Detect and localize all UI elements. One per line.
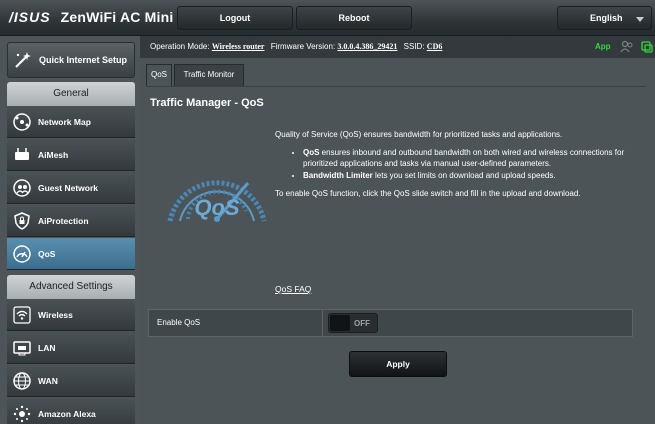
enable-qos-toggle[interactable]: OFF <box>328 313 378 333</box>
op-mode-label: Operation Mode: <box>150 42 210 51</box>
status-text: Operation Mode: Wireless router Firmware… <box>150 42 442 51</box>
language-select[interactable]: English <box>557 6 652 30</box>
ssid-label: SSID: <box>403 42 425 51</box>
sidebar-item-label: Network Map <box>38 117 91 127</box>
gauge-label: QoS <box>194 195 240 220</box>
sidebar-item-amazon-alexa[interactable]: Amazon Alexa <box>7 398 135 424</box>
logout-button[interactable]: Logout <box>177 6 293 30</box>
tab-traffic-monitor[interactable]: Traffic Monitor <box>174 64 244 86</box>
sidebar: Quick Internet Setup General Network Map… <box>0 36 140 424</box>
intro-text: Quality of Service (QoS) ensures bandwid… <box>275 130 563 139</box>
users-icon[interactable] <box>620 40 634 54</box>
enable-hint-text: To enable QoS function, click the QoS sl… <box>275 189 581 198</box>
lan-icon <box>13 341 31 356</box>
sidebar-item-network-map[interactable]: Network Map <box>7 106 135 138</box>
qos-gauge-icon <box>13 245 31 263</box>
qos-description: Quality of Service (QoS) ensures bandwid… <box>275 129 635 206</box>
sidebar-item-label: AiProtection <box>38 216 89 226</box>
bullet-bold: QoS <box>303 148 320 157</box>
quick-setup-label: Quick Internet Setup <box>39 55 128 65</box>
bullet-text: ensures inbound and outbound bandwidth o… <box>303 148 625 168</box>
sidebar-item-wireless[interactable]: Wireless <box>7 299 135 331</box>
firmware-label: Firmware Version: <box>270 42 336 51</box>
sidebar-item-aimesh[interactable]: AiMesh <box>7 139 135 171</box>
divider <box>322 310 323 336</box>
ssid-link[interactable]: CD6 <box>427 42 443 51</box>
bullet-bold: Bandwidth Limiter <box>303 171 373 180</box>
list-item: QoS ensures inbound and outbound bandwid… <box>303 147 635 169</box>
firmware-link[interactable]: 3.0.0.4.386_29421 <box>337 42 397 51</box>
brand-logo: /ISUS ZenWiFi AC Mini <box>9 9 173 25</box>
advanced-settings-heading: Advanced Settings <box>7 275 135 299</box>
feature-list: QoS ensures inbound and outbound bandwid… <box>303 147 635 181</box>
app-link[interactable]: App <box>595 42 611 51</box>
toggle-state: OFF <box>354 319 370 328</box>
tab-qos[interactable]: QoS <box>146 64 172 86</box>
enable-qos-row: Enable QoS OFF <box>148 309 633 337</box>
qos-panel: Traffic Manager - QoS QoS Quality of Ser… <box>146 86 646 424</box>
top-bar: /ISUS ZenWiFi AC Mini Logout Reboot Engl… <box>0 0 655 36</box>
network-map-icon <box>13 113 31 131</box>
sidebar-item-label: Guest Network <box>38 183 98 193</box>
quick-internet-setup-button[interactable]: Quick Internet Setup <box>7 42 135 78</box>
sidebar-item-lan[interactable]: LAN <box>7 332 135 364</box>
language-value: English <box>590 13 623 23</box>
apply-button[interactable]: Apply <box>349 351 447 377</box>
globe-icon <box>13 372 31 390</box>
sidebar-item-label: AiMesh <box>38 150 69 160</box>
guest-network-icon <box>13 179 31 197</box>
status-bar: Operation Mode: Wireless router Firmware… <box>140 36 655 58</box>
sidebar-item-label: QoS <box>38 249 56 259</box>
product-name: ZenWiFi AC Mini <box>60 9 174 25</box>
asus-logo: /ISUS <box>9 9 51 25</box>
main-content: Operation Mode: Wireless router Firmware… <box>140 36 655 424</box>
alexa-icon <box>13 405 31 423</box>
chevron-down-icon <box>636 17 644 22</box>
sidebar-item-aiprotection[interactable]: AiProtection <box>7 205 135 237</box>
op-mode-link[interactable]: Wireless router <box>212 42 265 51</box>
qos-faq-link[interactable]: QoS FAQ <box>275 284 311 294</box>
bullet-text: lets you set limits on download and uplo… <box>372 171 556 180</box>
reboot-button[interactable]: Reboot <box>296 6 412 30</box>
usb-icon[interactable] <box>640 40 654 54</box>
enable-qos-label: Enable QoS <box>157 318 201 327</box>
toggle-knob <box>330 315 350 331</box>
sidebar-item-label: Amazon Alexa <box>38 409 96 419</box>
page-title: Traffic Manager - QoS <box>150 97 264 109</box>
qos-speedometer-icon: QoS <box>167 180 267 222</box>
sidebar-item-label: WAN <box>38 376 58 386</box>
sidebar-item-qos[interactable]: QoS <box>7 238 135 270</box>
sidebar-item-wan[interactable]: WAN <box>7 365 135 397</box>
general-heading: General <box>7 82 135 106</box>
shield-icon <box>14 212 30 230</box>
list-item: Bandwidth Limiter lets you set limits on… <box>303 170 635 181</box>
wifi-icon <box>13 306 31 324</box>
sidebar-item-label: LAN <box>38 343 56 353</box>
wand-icon <box>15 52 31 68</box>
sidebar-item-guest-network[interactable]: Guest Network <box>7 172 135 204</box>
aimesh-icon <box>15 148 29 160</box>
sidebar-item-label: Wireless <box>38 310 73 320</box>
